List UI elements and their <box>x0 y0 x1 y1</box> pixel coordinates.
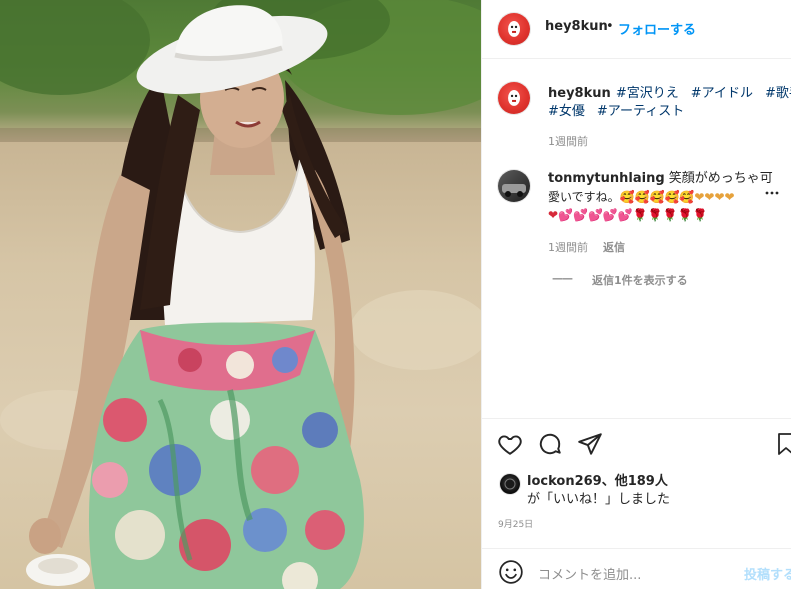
comment-input[interactable]: コメントを追加... <box>538 564 641 583</box>
commenter-username[interactable]: tonmytunhlaing <box>548 171 665 186</box>
likes-others[interactable]: 、他189人 <box>602 474 668 489</box>
comment-bubble-icon[interactable] <box>537 431 563 457</box>
caption-line-2: #女優 #アーティスト <box>548 100 696 119</box>
comment-box-divider <box>482 548 791 549</box>
comment-emoji-1: 🥰🥰🥰🥰🥰❤❤❤❤ <box>619 190 735 204</box>
reply-button[interactable]: 返信 <box>603 239 625 255</box>
ball-icon <box>504 478 516 490</box>
like-heart-icon[interactable] <box>497 431 523 457</box>
caption-author-avatar[interactable] <box>498 82 530 114</box>
comment-emoji-2: ❤💕💕💕💕💕🌹🌹🌹🌹🌹 <box>548 208 708 222</box>
view-replies-dash: —— <box>552 272 573 285</box>
liker-username[interactable]: lockon269 <box>527 474 602 489</box>
likes-line-1: lockon269、他189人 <box>527 473 668 491</box>
view-replies-button[interactable]: 返信1件を表示する <box>592 272 688 288</box>
hashtag[interactable]: #宮沢りえ <box>616 86 679 101</box>
likes-suffix: が「いいね！」しました <box>527 492 671 507</box>
actions-divider <box>482 418 791 419</box>
post-header: hey8kun • フォローする <box>482 0 791 59</box>
photo-illustration <box>0 0 481 589</box>
hashtag[interactable]: #歌手 <box>765 86 791 101</box>
comment-line-2: 愛いですね。🥰🥰🥰🥰🥰❤❤❤❤ <box>548 188 783 206</box>
hashtag[interactable]: #アーティスト <box>597 104 684 119</box>
comment-body: tonmytunhlaing 笑顔がめっちゃ可 愛いですね。🥰🥰🥰🥰🥰❤❤❤❤ … <box>548 170 783 224</box>
hashtag[interactable]: #アイドル <box>691 86 753 101</box>
post-date[interactable]: 9月25日 <box>498 517 533 530</box>
avatar-face-icon <box>508 21 520 37</box>
emoji-smiley-icon[interactable] <box>498 559 524 585</box>
hashtag[interactable]: #女優 <box>548 104 585 119</box>
post-photo[interactable] <box>0 0 481 589</box>
post-side-panel: hey8kun • フォローする hey8kun #宮沢りえ #アイドル #歌手 #… <box>481 0 791 589</box>
save-bookmark-icon[interactable] <box>775 431 791 457</box>
comment-line-1: tonmytunhlaing 笑顔がめっちゃ可 <box>548 170 783 188</box>
commenter-avatar[interactable] <box>498 170 530 202</box>
author-avatar[interactable] <box>498 13 530 45</box>
liker-avatar[interactable] <box>500 474 520 494</box>
comment-options-icon[interactable] <box>765 180 779 195</box>
car-photo-icon <box>502 184 526 197</box>
caption-timestamp[interactable]: 1週間前 <box>548 133 588 149</box>
caption-username[interactable]: hey8kun <box>548 86 611 101</box>
comment-text-2: 愛いですね。 <box>548 190 620 204</box>
share-paper-plane-icon[interactable] <box>577 431 603 457</box>
follow-button[interactable]: フォローする <box>618 19 696 38</box>
post-comment-button[interactable]: 投稿する <box>744 564 791 583</box>
comment-timestamp[interactable]: 1週間前 <box>548 239 588 255</box>
caption-line-1: hey8kun #宮沢りえ #アイドル #歌手 <box>548 82 791 101</box>
header-separator: • <box>606 19 614 34</box>
avatar-face-icon <box>508 90 520 106</box>
comment-text-1: 笑顔がめっちゃ可 <box>668 171 773 186</box>
author-username[interactable]: hey8kun <box>545 19 608 34</box>
